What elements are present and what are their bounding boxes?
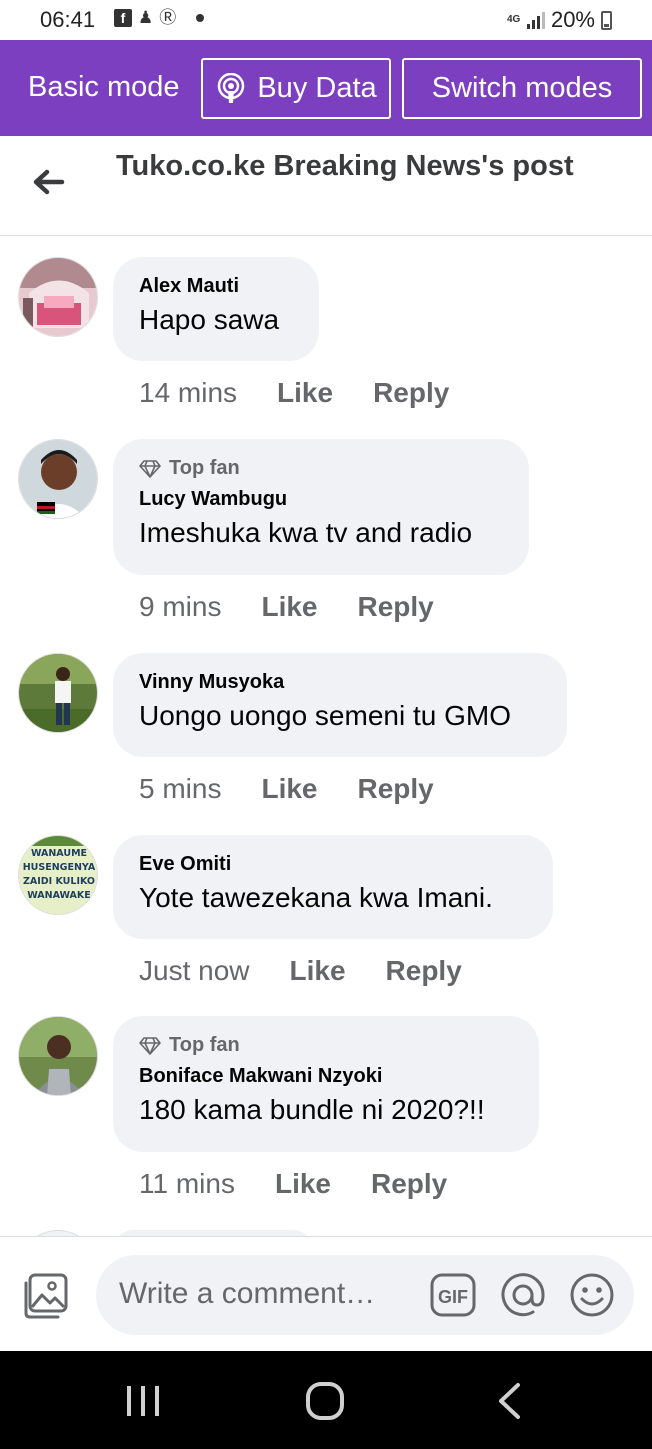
more-notifications-icon <box>196 14 205 22</box>
comment-bubble[interactable]: Top fan Lucy Wambugu Imeshuka kwa tv and… <box>113 439 529 575</box>
avatar-image <box>19 258 97 336</box>
nav-back-icon[interactable] <box>496 1382 522 1420</box>
comment-time: 11 mins <box>139 1168 235 1199</box>
comment-meta: 9 mins Like Reply <box>139 591 434 623</box>
comment-bubble[interactable]: Vinny Musyoka Uongo uongo semeni tu GMO <box>113 653 567 757</box>
status-time: 06:41 <box>40 7 96 32</box>
switch-modes-label: Switch modes <box>431 72 613 104</box>
comment-time: Just now <box>139 955 250 986</box>
basic-mode-label: Basic mode <box>28 71 180 103</box>
diamond-icon <box>139 459 161 478</box>
like-button[interactable]: Like <box>261 773 317 805</box>
comment-text: Uongo uongo semeni tu GMO <box>139 700 511 731</box>
reply-button[interactable]: Reply <box>373 377 449 409</box>
comment-text: Yote tawezekana kwa Imani. <box>139 882 493 913</box>
gif-label: GIF <box>438 1287 468 1307</box>
comment-text: Hapo sawa <box>139 304 280 335</box>
at-icon[interactable] <box>500 1272 546 1318</box>
avatar-image <box>19 440 97 518</box>
comment-bubble[interactable]: Alex Mauti Hapo sawa <box>113 257 319 361</box>
comment-bubble[interactable]: Top fan Boniface Makwani Nzyoki 180 kama… <box>113 1016 539 1152</box>
network-type: 4G <box>506 14 521 25</box>
comment-meta: 14 mins Like Reply <box>139 377 449 409</box>
avatar[interactable]: WANAUME HUSENGENYA ZAIDI KULIKO WANAWAKE <box>18 835 98 915</box>
recent-apps-icon[interactable] <box>125 1384 161 1418</box>
status-right: 4G 20% <box>507 7 612 33</box>
comment-meta: 11 mins Like Reply <box>139 1168 447 1200</box>
reply-button[interactable]: Reply <box>358 591 434 623</box>
avatar-image <box>19 654 97 732</box>
signal-icon <box>526 11 545 29</box>
reply-button[interactable]: Reply <box>371 1168 447 1200</box>
comment-meta: Just now Like Reply <box>139 955 462 987</box>
diamond-icon <box>139 1036 161 1055</box>
comment-time: 9 mins <box>139 591 222 622</box>
gif-icon[interactable]: GIF <box>430 1273 476 1317</box>
comment-time: 14 mins <box>139 377 238 408</box>
mode-bar: Basic mode Buy Data Switch modes <box>0 40 652 136</box>
comment-time: 5 mins <box>139 773 222 804</box>
smile-icon[interactable] <box>569 1272 615 1318</box>
notification-icons: f ♟ Ⓡ <box>114 8 205 28</box>
buy-data-label: Buy Data <box>257 72 377 104</box>
comment-input-placeholder: Write a comment… <box>119 1277 376 1310</box>
avatar-text-line: WANAWAKE <box>27 890 91 901</box>
like-button[interactable]: Like <box>261 591 317 623</box>
avatar-image: WANAUME HUSENGENYA ZAIDI KULIKO WANAWAKE <box>19 836 97 914</box>
like-button[interactable]: Like <box>275 1168 331 1200</box>
battery-icon <box>601 10 612 30</box>
home-icon[interactable] <box>305 1381 345 1421</box>
page-title: Tuko.co.ke Breaking News's post <box>116 150 574 182</box>
facebook-circle-icon: Ⓡ <box>159 8 177 27</box>
status-bar: 06:41 f ♟ Ⓡ 4G 20% <box>0 0 652 40</box>
comment-author[interactable]: Alex Mauti <box>139 275 293 298</box>
avatar[interactable] <box>18 1016 98 1096</box>
comment-text: 180 kama bundle ni 2020?!! <box>139 1094 485 1125</box>
back-arrow-icon[interactable] <box>30 164 66 200</box>
post-header: Tuko.co.ke Breaking News's post <box>0 136 652 236</box>
avatar-text-line: ZAIDI KULIKO <box>23 876 95 887</box>
comment-composer: Write a comment… GIF <box>0 1236 652 1351</box>
switch-modes-button[interactable]: Switch modes <box>402 58 642 119</box>
battery-percent: 20% <box>550 7 595 32</box>
avatar-text-line: HUSENGENYA <box>23 862 96 873</box>
avatar[interactable] <box>18 439 98 519</box>
like-button[interactable]: Like <box>290 955 346 987</box>
buy-data-button[interactable]: Buy Data <box>201 58 391 119</box>
like-button[interactable]: Like <box>277 377 333 409</box>
system-nav-bar <box>0 1351 652 1449</box>
comment-meta: 5 mins Like Reply <box>139 773 434 805</box>
person-add-icon: ♟ <box>138 8 154 27</box>
top-fan-badge: Top fan <box>139 1034 513 1057</box>
avatar[interactable] <box>18 653 98 733</box>
avatar[interactable] <box>18 257 98 337</box>
comment-text: Imeshuka kwa tv and radio <box>139 517 473 548</box>
comment-author[interactable]: Lucy Wambugu <box>139 488 503 511</box>
comment-author[interactable]: Vinny Musyoka <box>139 671 541 694</box>
top-fan-badge: Top fan <box>139 457 503 480</box>
reply-button[interactable]: Reply <box>358 773 434 805</box>
top-fan-label: Top fan <box>169 1034 240 1056</box>
comment-author[interactable]: Eve Omiti <box>139 853 527 876</box>
avatar-text-line: WANAUME <box>31 848 87 859</box>
podcast-icon <box>218 72 245 103</box>
reply-button[interactable]: Reply <box>386 955 462 987</box>
facebook-icon: f <box>114 9 132 27</box>
comment-author[interactable]: Boniface Makwani Nzyoki <box>139 1065 513 1088</box>
comment-bubble[interactable]: Eve Omiti Yote tawezekana kwa Imani. <box>113 835 553 939</box>
photo-icon[interactable] <box>22 1273 70 1319</box>
top-fan-label: Top fan <box>169 457 240 479</box>
avatar-image <box>19 1017 97 1095</box>
